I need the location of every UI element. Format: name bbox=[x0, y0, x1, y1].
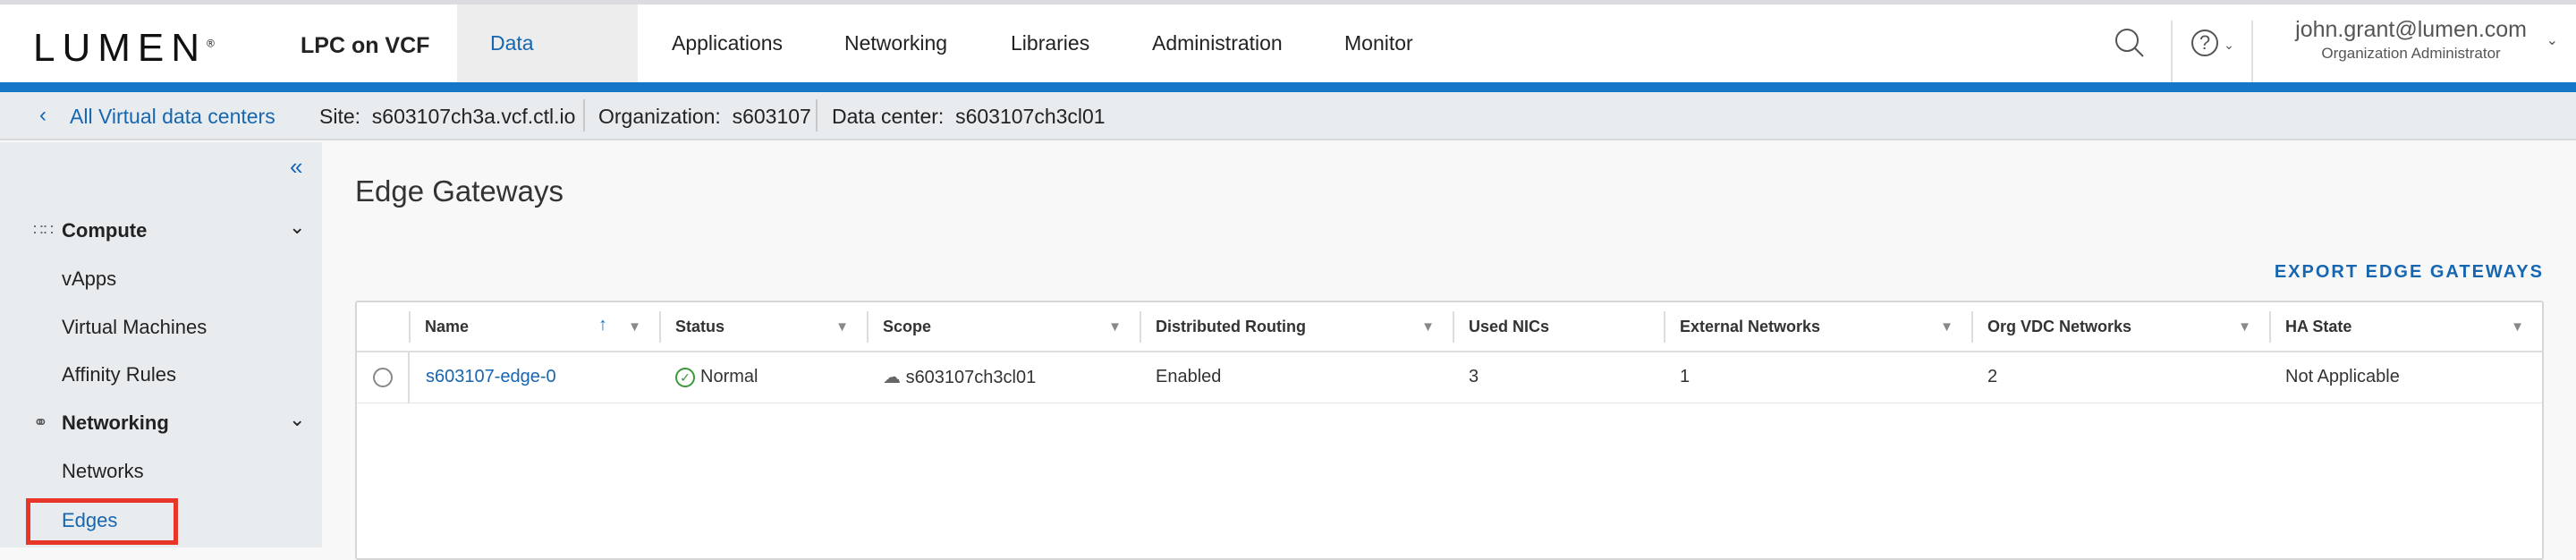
sidebar: « ∷∷ Compute ⌄ vApps Virtual Machines Af… bbox=[0, 142, 322, 547]
organization-label: Organization: s603107 bbox=[598, 105, 811, 128]
tab-administration[interactable]: Administration bbox=[1119, 4, 1316, 82]
lumen-logo[interactable]: LUMEN® bbox=[33, 26, 215, 71]
ha-state-cell: Not Applicable bbox=[2269, 352, 2542, 403]
tab-monitor[interactable]: Monitor bbox=[1311, 4, 1446, 82]
filter-icon[interactable]: ▼ bbox=[1940, 319, 1953, 335]
chevron-down-icon[interactable]: ⌄ bbox=[289, 408, 305, 431]
divider bbox=[816, 99, 818, 132]
export-edge-gateways-button[interactable]: EXPORT EDGE GATEWAYS bbox=[2275, 262, 2544, 283]
sidebar-item-networks[interactable]: Networks bbox=[62, 460, 144, 483]
tab-data-centers[interactable]: Data Centers bbox=[457, 4, 638, 132]
user-email: john.grant@lumen.com bbox=[2295, 17, 2527, 42]
divider bbox=[2251, 21, 2253, 83]
app-name: LPC on VCF bbox=[301, 33, 430, 58]
sort-ascending-icon[interactable]: ↑ bbox=[598, 315, 607, 335]
org-vdc-networks-cell: 2 bbox=[1971, 352, 2269, 403]
filter-icon[interactable]: ▼ bbox=[1421, 319, 1435, 335]
sidebar-group-networking[interactable]: Networking bbox=[62, 412, 169, 435]
page-title: Edge Gateways bbox=[355, 174, 564, 208]
status-text: Normal bbox=[700, 367, 758, 387]
row-select-radio[interactable] bbox=[373, 367, 393, 387]
network-icon: ⚭ bbox=[33, 413, 48, 433]
sidebar-item-virtual-machines[interactable]: Virtual Machines bbox=[62, 316, 207, 339]
filter-icon[interactable]: ▼ bbox=[628, 319, 641, 335]
column-org-vdc-networks[interactable]: Org VDC Networks ▼ bbox=[1971, 302, 2269, 352]
filter-icon[interactable]: ▼ bbox=[2238, 319, 2251, 335]
edge-gateways-table: Name ↑ ▼ Status ▼ Scope ▼ Distributed Routin… bbox=[355, 301, 2544, 560]
sidebar-group-compute[interactable]: Compute bbox=[62, 219, 147, 242]
used-nics-cell: 3 bbox=[1453, 352, 1664, 403]
collapse-sidebar-icon[interactable]: « bbox=[290, 153, 302, 181]
table-header: Name ↑ ▼ Status ▼ Scope ▼ Distributed Routin… bbox=[357, 302, 2542, 352]
select-column bbox=[357, 302, 409, 352]
filter-icon[interactable]: ▼ bbox=[2511, 319, 2524, 335]
column-status[interactable]: Status ▼ bbox=[659, 302, 867, 352]
column-scope[interactable]: Scope ▼ bbox=[867, 302, 1140, 352]
site-label: Site: s603107ch3a.vcf.ctl.io bbox=[319, 105, 576, 128]
scope-text: s603107ch3cl01 bbox=[905, 368, 1037, 388]
sidebar-item-affinity-rules[interactable]: Affinity Rules bbox=[62, 363, 176, 386]
cloud-icon: ☁ bbox=[883, 368, 901, 388]
filter-icon[interactable]: ▼ bbox=[835, 319, 849, 335]
header: LUMEN® LPC on VCF Data Centers Applicati… bbox=[0, 4, 2576, 132]
column-used-nics[interactable]: Used NICs bbox=[1453, 302, 1664, 352]
user-menu[interactable]: john.grant@lumen.com Organization Admini… bbox=[2295, 17, 2527, 63]
edge-name-link[interactable]: s603107-edge-0 bbox=[426, 367, 556, 386]
external-networks-cell: 1 bbox=[1664, 352, 1971, 403]
table-row[interactable]: s603107-edge-0 ✓ Normal ☁ s603107ch3cl01 … bbox=[357, 352, 2542, 403]
main-content: Edge Gateways EXPORT EDGE GATEWAYS Name ↑… bbox=[322, 142, 2576, 560]
check-circle-icon: ✓ bbox=[675, 367, 695, 387]
divider bbox=[583, 99, 585, 132]
sidebar-item-vapps[interactable]: vApps bbox=[62, 267, 116, 291]
search-icon[interactable] bbox=[2113, 26, 2148, 66]
chevron-down-icon[interactable]: ⌄ bbox=[289, 216, 305, 239]
tab-networking[interactable]: Networking bbox=[811, 4, 980, 82]
help-menu[interactable]: ? ⌄ bbox=[2191, 30, 2234, 56]
back-link[interactable]: All Virtual data centers bbox=[70, 105, 275, 129]
divider bbox=[2171, 21, 2173, 83]
sidebar-item-edges[interactable]: Edges bbox=[62, 509, 117, 532]
filter-icon[interactable]: ▼ bbox=[1108, 319, 1122, 335]
column-distributed-routing[interactable]: Distributed Routing ▼ bbox=[1140, 302, 1453, 352]
distributed-routing-cell: Enabled bbox=[1140, 352, 1453, 403]
column-external-networks[interactable]: External Networks ▼ bbox=[1664, 302, 1971, 352]
data-center-label: Data center: s603107ch3cl01 bbox=[832, 105, 1106, 128]
column-ha-state[interactable]: HA State ▼ bbox=[2269, 302, 2542, 352]
context-bar: ‹ All Virtual data centers Site: s603107… bbox=[0, 92, 2576, 140]
column-name[interactable]: Name ↑ ▼ bbox=[409, 302, 659, 352]
chevron-left-icon[interactable]: ‹ bbox=[39, 103, 47, 128]
grid-icon: ∷∷ bbox=[33, 221, 54, 239]
chevron-down-icon[interactable]: ⌄ bbox=[2546, 31, 2558, 49]
chevron-down-icon: ⌄ bbox=[2224, 38, 2234, 52]
tab-applications[interactable]: Applications bbox=[639, 4, 816, 82]
user-role: Organization Administrator bbox=[2321, 45, 2501, 62]
tab-libraries[interactable]: Libraries bbox=[978, 4, 1123, 82]
accent-bar bbox=[0, 82, 2576, 92]
help-icon: ? bbox=[2191, 30, 2218, 56]
